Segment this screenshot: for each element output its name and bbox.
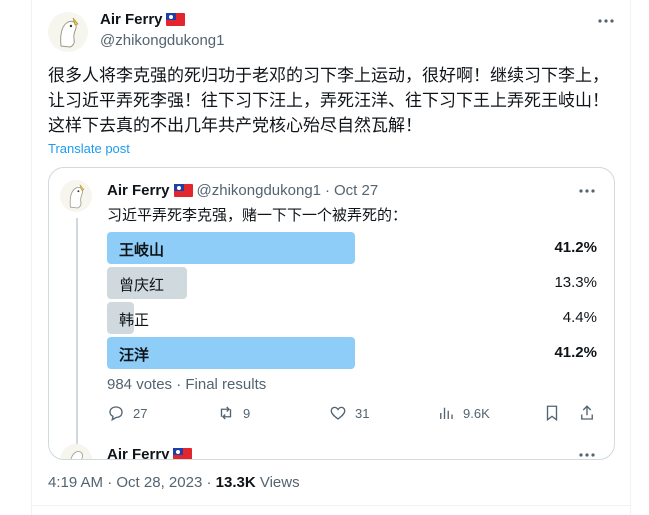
author-name-line[interactable]: Air Ferry: [100, 11, 185, 28]
repost-icon: [220, 406, 232, 420]
reply-icon: [109, 406, 123, 422]
quote-action-bar: 27 9 31 9.6K: [107, 404, 597, 428]
poll-option-label: 汪洋: [119, 346, 150, 364]
reply-count: 27: [133, 405, 148, 421]
poll-option-label: 王岐山: [119, 241, 165, 259]
author-avatar[interactable]: [48, 12, 88, 52]
reply-button[interactable]: 27: [107, 404, 147, 422]
post-date[interactable]: Oct 28, 2023: [116, 474, 202, 491]
bookmark-button[interactable]: [543, 404, 561, 422]
post-body-text: 很多人将李克强的死归功于老邓的习下李上运动，很好啊！继续习下李上，让习近平弄死李…: [48, 66, 609, 136]
post-views-count: 13.3K: [215, 474, 256, 491]
poll: 王岐山 41.2% 曾庆红 13.3% 韩正 4.4% 汪洋 41.2%: [107, 232, 597, 372]
bookmark-icon: [546, 405, 558, 422]
quote-author-avatar[interactable]: [60, 180, 92, 212]
taiwan-flag-icon: [165, 13, 185, 26]
quote-more-options-icon[interactable]: [577, 182, 597, 200]
like-button[interactable]: 31: [329, 404, 369, 422]
more-options-icon[interactable]: [596, 12, 616, 30]
poll-results-summary: 984 votes · Final results: [107, 376, 267, 393]
quote-author-name[interactable]: Air Ferry: [107, 182, 170, 199]
meta-separator: ·: [206, 474, 216, 491]
next-post-author-name[interactable]: Air Ferry: [107, 446, 170, 459]
share-icon: [581, 405, 593, 420]
poll-option-percent: 41.2%: [554, 344, 597, 361]
poll-option-label: 韩正: [119, 311, 150, 329]
thread-line: [76, 218, 78, 459]
taiwan-flag-icon: [173, 184, 193, 197]
poll-option: 韩正 4.4%: [107, 302, 597, 336]
post-views-label: Views: [259, 474, 300, 491]
post-timestamp-row: 4:19 AM · Oct 28, 2023 · 13.3K Views: [48, 474, 300, 491]
poll-option: 曾庆红 13.3%: [107, 267, 597, 301]
author-name[interactable]: Air Ferry: [100, 11, 163, 28]
poll-option: 王岐山 41.2%: [107, 232, 597, 266]
views-button[interactable]: 9.6K: [437, 404, 490, 422]
analytics-icon: [440, 407, 453, 419]
next-post-author[interactable]: Air Ferry: [107, 446, 192, 459]
taiwan-flag-icon: [172, 448, 192, 459]
quote-header: Air Ferry @zhikongdukong1 · Oct 27: [107, 182, 378, 199]
quote-date[interactable]: Oct 27: [334, 182, 378, 199]
like-count: 31: [355, 405, 370, 421]
meta-separator: ·: [107, 474, 117, 491]
repost-button[interactable]: 9: [217, 404, 250, 422]
translate-post-link[interactable]: Translate post: [48, 141, 130, 156]
poll-option-percent: 13.3%: [554, 274, 597, 291]
quoted-post-card[interactable]: Air Ferry @zhikongdukong1 · Oct 27 习近平弄死…: [48, 167, 615, 460]
heart-icon: [330, 406, 346, 420]
view-count: 9.6K: [463, 405, 490, 421]
next-post-avatar[interactable]: [60, 444, 92, 459]
author-handle[interactable]: @zhikongdukong1: [100, 32, 224, 49]
share-button[interactable]: [578, 404, 596, 422]
post-time[interactable]: 4:19 AM: [48, 474, 103, 491]
poll-option-label: 曾庆红: [119, 276, 165, 294]
poll-option-percent: 4.4%: [562, 309, 597, 326]
quote-author-handle[interactable]: @zhikongdukong1: [197, 182, 321, 199]
quote-body-text: 习近平弄死李克强，赌一下下一个被弄死的：: [107, 206, 408, 224]
poll-option: 汪洋 41.2%: [107, 337, 597, 371]
meta-separator: ·: [325, 182, 331, 199]
poll-option-percent: 41.2%: [554, 239, 597, 256]
repost-count: 9: [243, 405, 251, 421]
next-post-more-options-icon[interactable]: [577, 446, 597, 459]
divider: [32, 505, 631, 506]
